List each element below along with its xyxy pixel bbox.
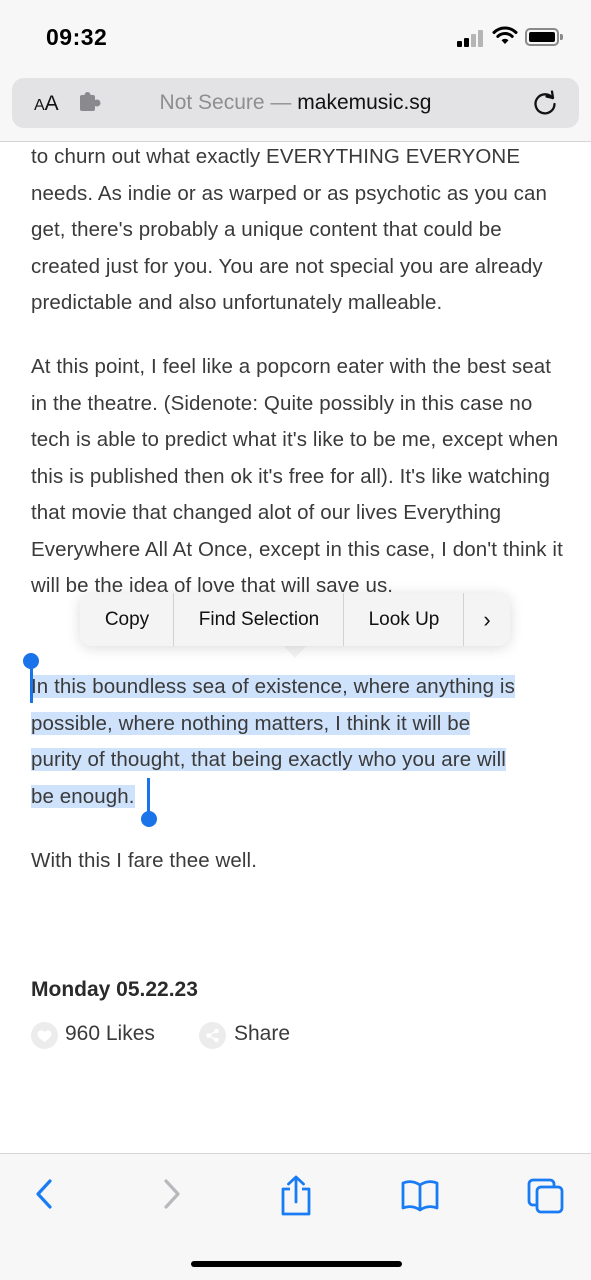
article-paragraph-2: At this point, I feel like a popcorn eat… bbox=[31, 355, 563, 597]
address-bar-area: AA Not Secure — makemusic.sg bbox=[0, 76, 591, 142]
back-icon[interactable] bbox=[30, 1174, 58, 1214]
likes-count[interactable]: 960 Likes bbox=[65, 1022, 155, 1046]
home-indicator[interactable] bbox=[191, 1261, 402, 1267]
share-link[interactable]: Share bbox=[234, 1022, 290, 1046]
cellular-signal-icon bbox=[457, 29, 485, 47]
selected-text-line: purity of thought, that being exactly wh… bbox=[31, 748, 506, 771]
wifi-icon bbox=[492, 26, 518, 44]
article-paragraph-1: to churn out what exactly EVERYTHING EVE… bbox=[31, 145, 548, 314]
selection-start-caret bbox=[30, 667, 33, 703]
selection-end-handle[interactable] bbox=[141, 811, 157, 827]
tabs-icon[interactable] bbox=[526, 1174, 566, 1214]
share-icon[interactable] bbox=[278, 1174, 314, 1218]
selected-paragraph[interactable]: In this boundless sea of existence, wher… bbox=[31, 669, 566, 815]
reload-icon[interactable] bbox=[531, 89, 559, 117]
article-paragraph-4: With this I fare thee well. bbox=[31, 849, 258, 872]
find-selection-menu-item[interactable]: Find Selection bbox=[174, 593, 344, 646]
selected-text-line: possible, where nothing matters, I think… bbox=[31, 711, 471, 735]
address-bar[interactable]: AA Not Secure — makemusic.sg bbox=[12, 78, 579, 128]
battery-icon bbox=[525, 28, 563, 46]
url-text[interactable]: Not Secure — makemusic.sg bbox=[12, 91, 579, 115]
selected-text-line: be enough. bbox=[31, 784, 135, 808]
forward-icon[interactable] bbox=[158, 1174, 186, 1214]
look-up-menu-item[interactable]: Look Up bbox=[344, 593, 464, 646]
more-menu-chevron-icon[interactable]: › bbox=[464, 593, 510, 646]
bookmarks-icon[interactable] bbox=[400, 1174, 440, 1214]
share-nodes-icon[interactable] bbox=[199, 1022, 226, 1049]
status-bar: 09:32 bbox=[0, 0, 591, 76]
status-time: 09:32 bbox=[46, 24, 108, 50]
heart-icon[interactable] bbox=[31, 1022, 58, 1049]
edit-callout-menu: Copy Find Selection Look Up › bbox=[80, 593, 510, 646]
selected-text-line: In this boundless sea of existence, wher… bbox=[31, 675, 515, 698]
selection-start-handle[interactable] bbox=[23, 653, 39, 669]
copy-menu-item[interactable]: Copy bbox=[80, 593, 174, 646]
post-date: Monday 05.22.23 bbox=[31, 978, 198, 1001]
selection-end-caret bbox=[147, 778, 150, 814]
not-secure-label: Not Secure — bbox=[159, 91, 298, 114]
url-host: makemusic.sg bbox=[297, 91, 432, 114]
